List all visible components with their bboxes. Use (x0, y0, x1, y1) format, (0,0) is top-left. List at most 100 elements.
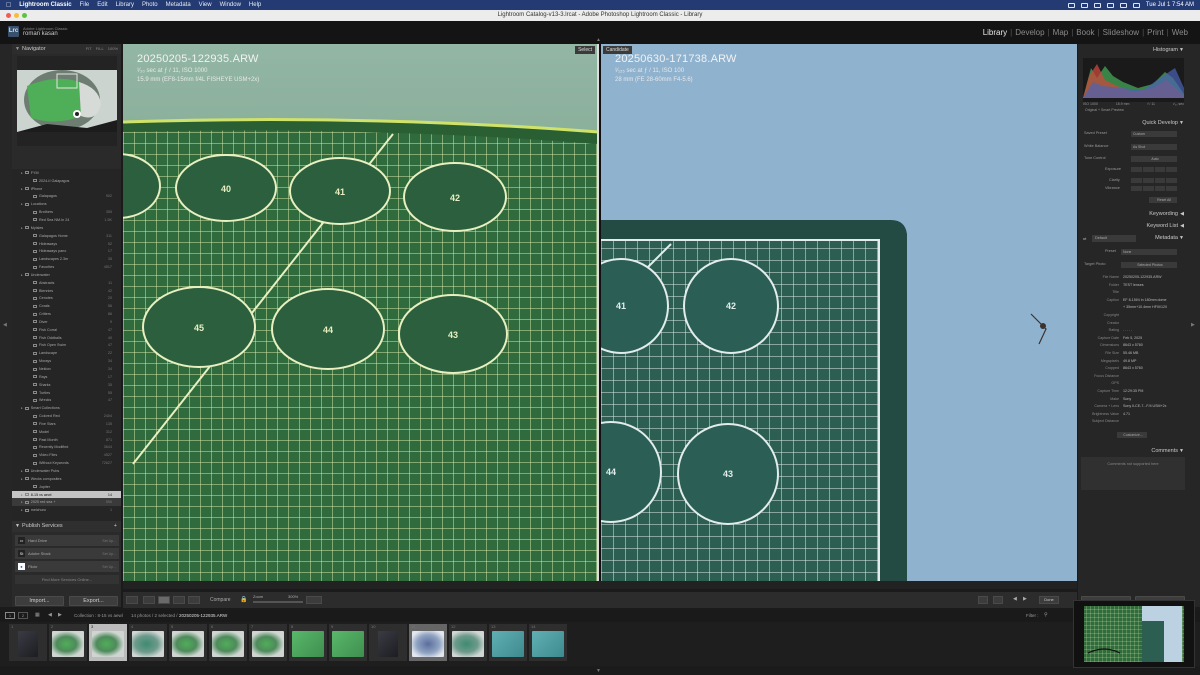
filmstrip-thumbnail[interactable]: 9 (329, 624, 367, 661)
target-selected-toggle[interactable]: Selected Photos (1121, 262, 1177, 268)
filmstrip-thumbnail[interactable]: 3 (89, 624, 127, 661)
disclosure-icon[interactable]: ▸ (21, 202, 23, 206)
collection-item[interactable]: ▸ Locations (12, 200, 121, 208)
collection-item[interactable]: ▸ Underwater (12, 271, 121, 279)
disclosure-icon[interactable]: ▸ (21, 469, 23, 473)
metadata-value[interactable]: Sony ILCE-7...F/4 USM+2x (1123, 404, 1166, 408)
module-library[interactable]: Library (983, 28, 1007, 37)
collection-item[interactable]: Sharks 35 (12, 381, 121, 389)
setup-button[interactable]: Set Up... (102, 552, 116, 556)
collection-item[interactable]: Abstracts 11 (12, 279, 121, 287)
collection-item[interactable]: ▸ Smart Collections (12, 404, 121, 412)
histogram[interactable] (1083, 58, 1184, 102)
filmstrip-source[interactable]: Collection : 8-15 vs aewl (74, 613, 123, 618)
metadata-header[interactable]: ⇄ Default Metadata ▼ (1080, 234, 1186, 243)
collection-item[interactable]: Galapagos Home 311 (12, 232, 121, 240)
filmstrip-thumbnail[interactable]: 11 (409, 624, 447, 661)
filmstrip-thumbnail[interactable]: 7 (249, 624, 287, 661)
page-1-button[interactable]: 1 (5, 612, 15, 619)
secondary-preview[interactable] (1073, 600, 1195, 668)
collection-item[interactable]: ▸ iPhone (12, 185, 121, 193)
metadata-value[interactable]: 12:29:35 PM (1123, 389, 1143, 393)
collection-item[interactable]: ▸ MyIsles (12, 224, 121, 232)
battery-icon[interactable] (1093, 2, 1101, 8)
collection-item[interactable]: Colored Red 2404 (12, 412, 121, 420)
sync-button[interactable] (306, 596, 322, 604)
filmstrip-current-file[interactable]: 20250205-122935.ARW (179, 613, 227, 618)
publish-flickr[interactable]: ● Flickr Set Up... (15, 561, 119, 572)
zoom-slider[interactable] (253, 601, 303, 603)
sync-icon[interactable]: ⇄ (1083, 234, 1086, 243)
menu-window[interactable]: Window (220, 2, 241, 8)
menu-view[interactable]: View (199, 2, 212, 8)
disclosure-icon[interactable]: ▸ (21, 508, 23, 512)
zoom-fit[interactable]: FIT (86, 44, 92, 54)
collection-item[interactable]: Morays 34 (12, 357, 121, 365)
collection-item[interactable]: Jupiter (12, 483, 121, 491)
page-2-button[interactable]: 2 (18, 612, 28, 619)
back-arrow-icon[interactable]: ◀ (48, 612, 52, 618)
keywording-header[interactable]: Keywording ◀ (1080, 210, 1186, 219)
import-button[interactable]: Import... (15, 596, 64, 606)
collection-item[interactable]: ▸ 2025 red sea + 556 (12, 498, 121, 507)
wifi-icon[interactable] (1106, 2, 1114, 8)
filmstrip-thumbnail[interactable]: 4 (129, 624, 167, 661)
collection-item[interactable]: Hideaways 52 (12, 240, 121, 248)
export-button[interactable]: Export... (69, 596, 118, 606)
menu-metadata[interactable]: Metadata (166, 2, 191, 8)
clarity-steppers[interactable] (1131, 178, 1177, 183)
metadata-value[interactable]: 4.71 (1123, 412, 1130, 416)
candidate-pane[interactable]: 41 42 44 43 Candidate 20250630-171738.AR… (601, 44, 1077, 581)
collection-item[interactable]: Nekton 34 (12, 365, 121, 373)
metadata-value[interactable]: 8643 x 5760 (1123, 343, 1143, 347)
metadata-value[interactable]: + 35mm+10.4mm HFIII/120 (1123, 305, 1167, 309)
collection-item[interactable]: Landscape 22 (12, 349, 121, 357)
disclosure-icon[interactable]: ▸ (21, 226, 23, 230)
disclosure-icon[interactable]: ▸ (21, 187, 23, 191)
collection-item[interactable]: ▸ FYM (12, 169, 121, 177)
zoom-100[interactable]: 100% (108, 44, 118, 54)
setup-button[interactable]: Set Up... (102, 539, 116, 543)
metadata-value[interactable]: 49.8 MP (1123, 359, 1136, 363)
filmstrip-thumbnail[interactable]: 6 (209, 624, 247, 661)
collection-item[interactable]: Diver 9 (12, 318, 121, 326)
metadata-view-select[interactable]: Default (1092, 235, 1136, 242)
collection-item[interactable]: 2024-II Galapagos (12, 177, 121, 185)
forward-arrow-icon[interactable]: ▶ (58, 612, 62, 618)
module-map[interactable]: Map (1053, 28, 1069, 37)
white-balance-select[interactable]: As Shot (1131, 144, 1177, 150)
filmstrip-thumbnail[interactable]: 14 (529, 624, 567, 661)
grid-icon[interactable]: ▦ (35, 612, 40, 618)
disclosure-icon[interactable]: ▸ (21, 406, 23, 410)
collection-item[interactable]: Blennies 42 (12, 287, 121, 295)
metadata-value[interactable]: 20250205-122935.ARW (1123, 275, 1162, 279)
filmstrip-thumbnail[interactable]: 8 (289, 624, 327, 661)
next-arrow-icon[interactable]: ▶ (1023, 596, 1027, 602)
disclosure-icon[interactable]: ▸ (21, 477, 23, 481)
publish-services-header[interactable]: ▼ Publish Services + (12, 521, 121, 532)
clock[interactable]: Tue Jul 1 7:54 AM (1146, 2, 1194, 8)
collection-item[interactable]: Cenotes 20 (12, 295, 121, 303)
collection-item[interactable]: Wrecks 47 (12, 396, 121, 404)
collection-item[interactable]: Landscapes 2.3m 35 (12, 255, 121, 263)
filmstrip-thumbnail[interactable]: 13 (489, 624, 527, 661)
collection-item[interactable]: ▸ Underwater Pubs (12, 467, 121, 475)
people-view-icon[interactable] (188, 596, 200, 604)
collection-item[interactable]: Favorites 4517 (12, 263, 121, 271)
collection-item[interactable]: ▸ melchuro 1 (12, 506, 121, 514)
left-collapse-icon[interactable]: ◀ (3, 322, 7, 328)
filmstrip-thumbnail[interactable]: 1 (9, 624, 47, 661)
menu-edit[interactable]: Edit (97, 2, 107, 8)
close-icon[interactable] (6, 13, 11, 18)
filmstrip-thumbnail[interactable]: 2 (49, 624, 87, 661)
zoom-fill[interactable]: FILL (96, 44, 104, 54)
minimize-icon[interactable] (14, 13, 19, 18)
filter-icon[interactable]: ⚲ (1044, 612, 1048, 618)
histogram-header[interactable]: Histogram ▼ (1080, 46, 1186, 55)
filmstrip-thumbnail[interactable]: 5 (169, 624, 207, 661)
disclosure-icon[interactable]: ▸ (21, 171, 23, 175)
disclosure-icon[interactable]: ▸ (21, 500, 23, 504)
filmstrip-thumbnail[interactable]: 12 (449, 624, 487, 661)
filmstrip-thumbnail[interactable]: 10 (369, 624, 407, 661)
vibrance-steppers[interactable] (1131, 186, 1177, 191)
